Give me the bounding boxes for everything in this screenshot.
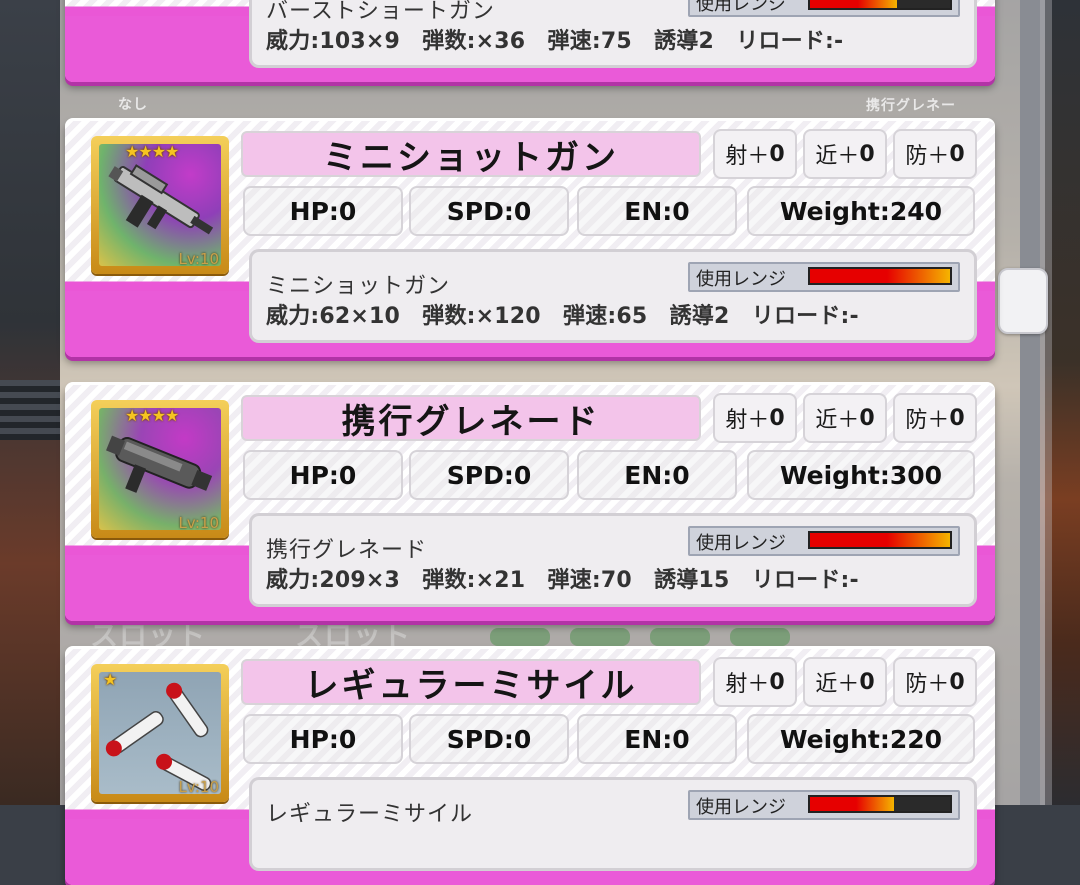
weapon-thumbnail	[99, 144, 221, 266]
range-meter: 使用レンジ	[688, 0, 960, 17]
weapon-card[interactable]: ★★★★ Lv:10 ミニショットガン 射＋ 0 近＋ 0 防＋ 0 HP:0 SPD…	[65, 118, 995, 357]
shoot-bonus-value: 0	[769, 669, 785, 695]
weapon-info-stats: 威力:209×3 弾数:×21 弾速:70 誘導15 リロード:-	[266, 568, 859, 593]
weapon-card[interactable]: ★ Lv:10 レギュラーミサイル 射＋ 0 近＋ 0 防＋ 0 HP:0 SPD:0…	[65, 646, 995, 885]
defense-bonus-value: 0	[949, 405, 965, 431]
melee-bonus-label: 近＋	[815, 144, 860, 169]
weapon-info-panel: バーストショートガン 威力:103×9 弾数:×36 弾速:75 誘導2 リロー…	[249, 0, 977, 68]
weapon-info-panel: レギュラーミサイル 使用レンジ	[249, 777, 977, 871]
defense-bonus-label: 防＋	[905, 144, 950, 169]
rifle-icon	[108, 164, 214, 235]
weapon-card[interactable]: バーストショートガン 威力:103×9 弾数:×36 弾速:75 誘導2 リロー…	[65, 0, 995, 82]
shoot-bonus-label: 射＋	[725, 144, 770, 169]
ghost-green-button	[490, 628, 550, 646]
range-label: 使用レンジ	[696, 533, 786, 554]
ghost-green-button	[570, 628, 630, 646]
weight-stat: Weight:220	[747, 714, 975, 764]
range-label: 使用レンジ	[696, 797, 786, 818]
range-label: 使用レンジ	[696, 269, 786, 290]
scrollbar-thumb[interactable]	[998, 268, 1048, 334]
weapon-name: ミニショットガン	[241, 131, 701, 178]
ghost-green-button	[730, 628, 790, 646]
weapon-info-name: 携行グレネード	[266, 538, 428, 563]
en-stat: EN:0	[577, 186, 737, 236]
range-bar-fill	[810, 797, 894, 811]
rarity-stars: ★	[103, 670, 117, 689]
hp-stat: HP:0	[243, 186, 403, 236]
defense-bonus: 防＋ 0	[893, 657, 977, 707]
weight-stat: Weight:240	[747, 186, 975, 236]
range-meter: 使用レンジ	[688, 262, 960, 292]
range-bar	[808, 267, 952, 285]
hp-stat: HP:0	[243, 714, 403, 764]
ghost-label-grenade: 携行グレネー	[866, 98, 956, 114]
rarity-stars: ★★★★	[125, 406, 179, 425]
spd-stat: SPD:0	[409, 186, 569, 236]
ghost-label-none: なし	[118, 97, 148, 113]
range-bar	[808, 795, 952, 813]
weapon-thumbnail	[99, 672, 221, 794]
hp-stat: HP:0	[243, 450, 403, 500]
melee-bonus-value: 0	[859, 141, 875, 167]
background-left-scene	[0, 0, 60, 805]
weapon-level: Lv:10	[178, 514, 219, 532]
weight-stat: Weight:300	[747, 450, 975, 500]
melee-bonus-value: 0	[859, 405, 875, 431]
weapon-level: Lv:10	[178, 250, 219, 268]
weapon-info-stats: 威力:62×10 弾数:×120 弾速:65 誘導2 リロード:-	[266, 304, 859, 329]
weapon-name: レギュラーミサイル	[241, 659, 701, 706]
weapon-name: 携行グレネード	[241, 395, 701, 442]
melee-bonus-label: 近＋	[815, 408, 860, 433]
weapon-thumbnail-frame: ★★★★ Lv:10	[91, 136, 229, 274]
defense-bonus-value: 0	[949, 669, 965, 695]
defense-bonus: 防＋ 0	[893, 393, 977, 443]
range-label: 使用レンジ	[696, 0, 786, 15]
melee-bonus-value: 0	[859, 669, 875, 695]
melee-bonus-label: 近＋	[815, 672, 860, 697]
weapon-thumbnail-frame: ★ Lv:10	[91, 664, 229, 802]
melee-bonus: 近＋ 0	[803, 393, 887, 443]
spd-stat: SPD:0	[409, 714, 569, 764]
range-meter: 使用レンジ	[688, 790, 960, 820]
shoot-bonus-label: 射＋	[725, 672, 770, 697]
shoot-bonus-value: 0	[769, 405, 785, 431]
missile-icon	[105, 682, 212, 792]
weapon-info-panel: ミニショットガン 威力:62×10 弾数:×120 弾速:65 誘導2 リロード…	[249, 249, 977, 343]
weapon-level: Lv:10	[178, 778, 219, 796]
shoot-bonus: 射＋ 0	[713, 657, 797, 707]
weapon-info-stats: 威力:103×9 弾数:×36 弾速:75 誘導2 リロード:-	[266, 29, 844, 54]
weapon-info-panel: 携行グレネード 威力:209×3 弾数:×21 弾速:70 誘導15 リロード:…	[249, 513, 977, 607]
scrollbar-track[interactable]	[1040, 0, 1052, 805]
range-bar	[808, 531, 952, 549]
melee-bonus: 近＋ 0	[803, 657, 887, 707]
weapon-info-name: レギュラーミサイル	[266, 802, 474, 827]
range-bar	[808, 0, 952, 10]
spd-stat: SPD:0	[409, 450, 569, 500]
defense-bonus-value: 0	[949, 141, 965, 167]
range-meter: 使用レンジ	[688, 526, 960, 556]
shoot-bonus: 射＋ 0	[713, 129, 797, 179]
weapon-card[interactable]: ★★★★ Lv:10 携行グレネード 射＋ 0 近＋ 0 防＋ 0 HP:0 SPD:…	[65, 382, 995, 621]
defense-bonus-label: 防＋	[905, 672, 950, 697]
defense-bonus: 防＋ 0	[893, 129, 977, 179]
range-bar-fill	[810, 0, 897, 8]
shoot-bonus-label: 射＋	[725, 408, 770, 433]
defense-bonus-label: 防＋	[905, 408, 950, 433]
rarity-stars: ★★★★	[125, 142, 179, 161]
weapon-info-name: ミニショットガン	[266, 274, 451, 299]
range-bar-fill	[810, 269, 950, 283]
weapon-info-name: バーストショートガン	[266, 0, 495, 24]
weapon-thumbnail-frame: ★★★★ Lv:10	[91, 400, 229, 538]
shoot-bonus-value: 0	[769, 141, 785, 167]
melee-bonus: 近＋ 0	[803, 129, 887, 179]
en-stat: EN:0	[577, 450, 737, 500]
grenade-launcher-icon	[106, 435, 213, 493]
weapon-thumbnail	[99, 408, 221, 530]
ghost-green-button	[650, 628, 710, 646]
shoot-bonus: 射＋ 0	[713, 393, 797, 443]
en-stat: EN:0	[577, 714, 737, 764]
range-bar-fill	[810, 533, 950, 547]
